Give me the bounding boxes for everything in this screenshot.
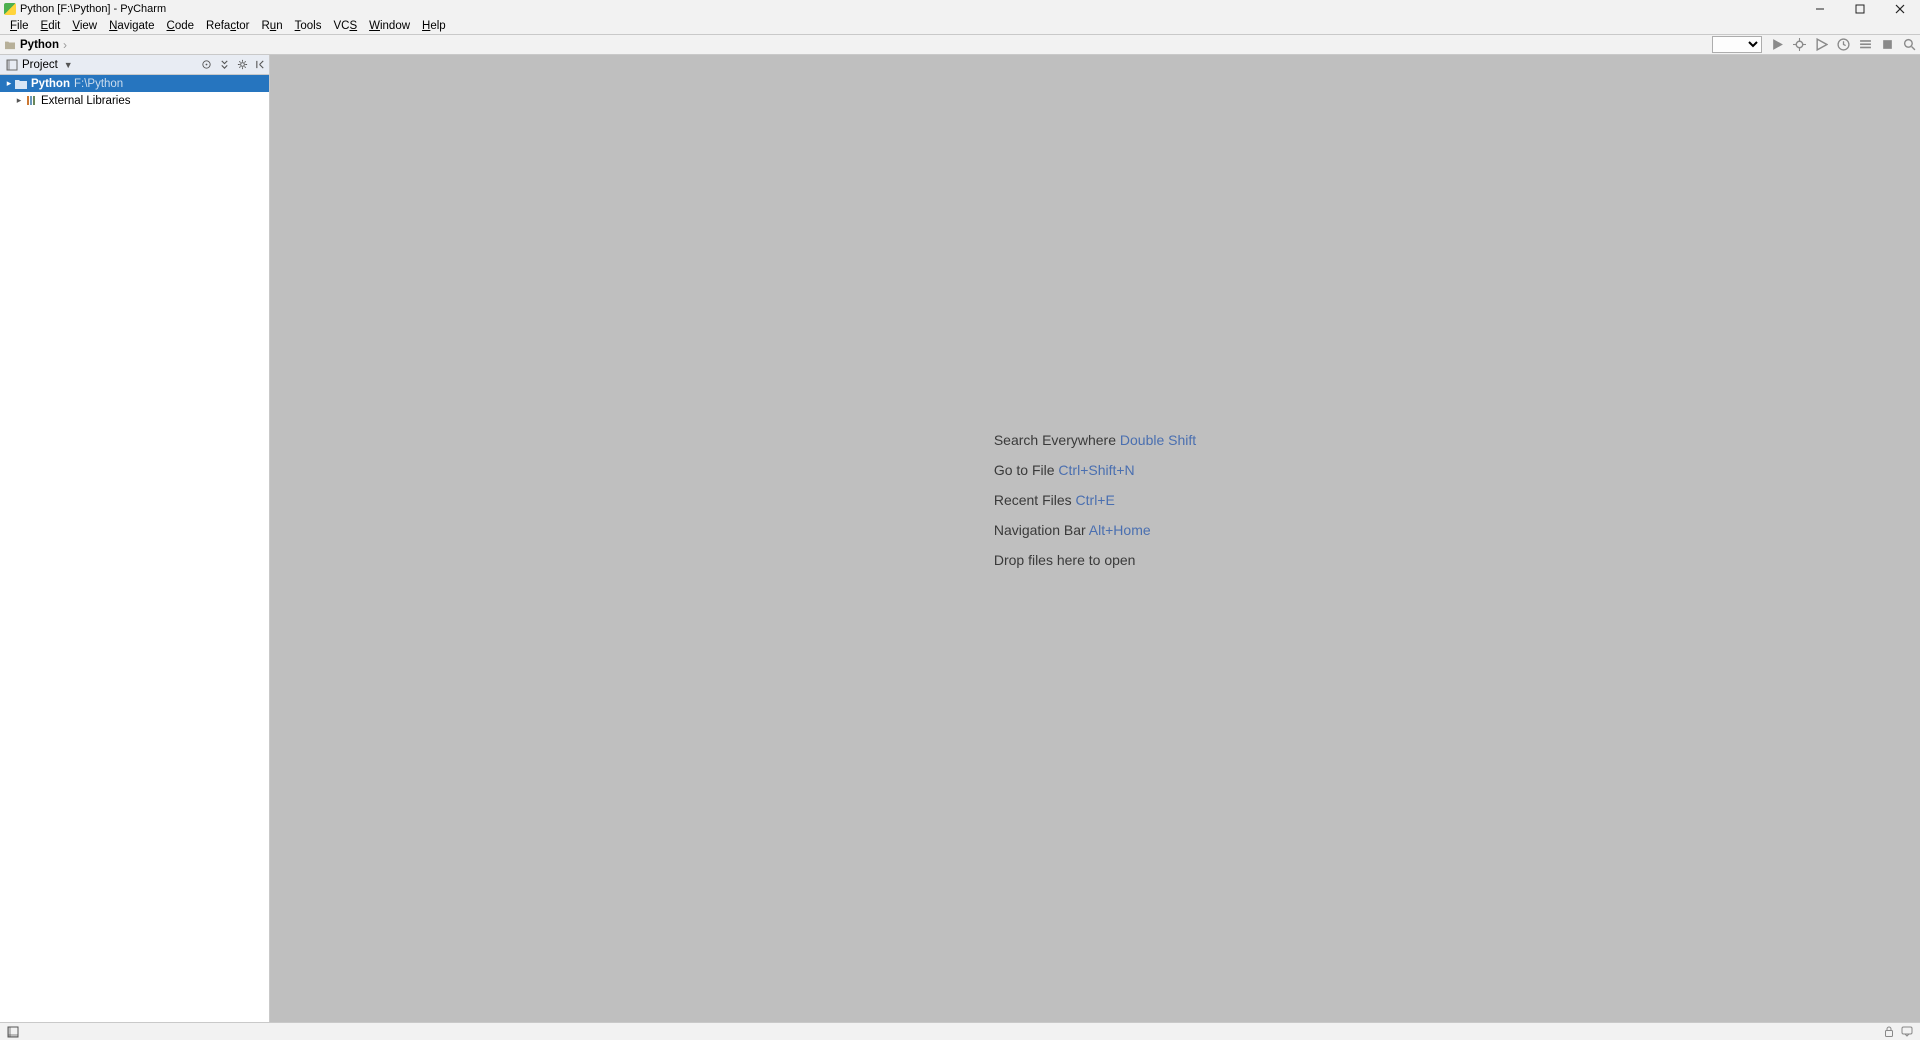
welcome-hints: Search Everywhere Double ShiftGo to File… xyxy=(994,425,1196,575)
folder-icon xyxy=(14,78,28,90)
project-view-icon xyxy=(6,59,18,71)
menu-run[interactable]: Run xyxy=(255,18,288,35)
close-button[interactable] xyxy=(1880,0,1920,18)
folder-icon xyxy=(4,40,16,50)
search-icon xyxy=(1903,38,1916,51)
welcome-line: Search Everywhere Double Shift xyxy=(994,425,1196,455)
profile-button[interactable] xyxy=(1832,35,1854,55)
coverage-icon xyxy=(1815,38,1828,51)
panel-icon xyxy=(7,1026,19,1038)
stop-button[interactable] xyxy=(1876,35,1898,55)
run-with-coverage-button[interactable] xyxy=(1810,35,1832,55)
project-header: Project ▼ xyxy=(0,55,269,75)
notification-icon xyxy=(1901,1026,1913,1037)
welcome-shortcut: Double Shift xyxy=(1120,432,1196,448)
project-header-title[interactable]: Project xyxy=(22,59,58,71)
welcome-label: Drop files here to open xyxy=(994,552,1136,568)
welcome-label: Go to File xyxy=(994,462,1055,478)
settings-button[interactable] xyxy=(233,56,251,74)
hide-button[interactable] xyxy=(251,56,269,74)
welcome-label: Navigation Bar xyxy=(994,522,1086,538)
app-icon xyxy=(4,3,16,15)
minimize-icon xyxy=(1815,4,1825,14)
play-icon xyxy=(1771,38,1784,51)
bug-icon xyxy=(1793,38,1806,51)
welcome-shortcut: Ctrl+E xyxy=(1076,492,1115,508)
project-tree[interactable]: ▸ Python F:\Python ▸ External Libraries xyxy=(0,75,269,1022)
bars-icon xyxy=(1859,38,1872,51)
debug-button[interactable] xyxy=(1788,35,1810,55)
menu-window[interactable]: Window xyxy=(363,18,416,35)
collapse-icon xyxy=(219,59,230,70)
navbar: Python › xyxy=(0,35,1920,55)
chevron-right-icon: › xyxy=(63,38,67,52)
lock-icon xyxy=(1884,1026,1894,1037)
tree-external-libraries[interactable]: ▸ External Libraries xyxy=(0,92,269,109)
lock-button[interactable] xyxy=(1880,1024,1898,1040)
menu-view[interactable]: View xyxy=(66,18,103,35)
statusbar xyxy=(0,1022,1920,1040)
tree-item-name: Python xyxy=(31,78,70,90)
welcome-line: Go to File Ctrl+Shift+N xyxy=(994,455,1196,485)
titlebar: Python [F:\Python] - PyCharm xyxy=(0,0,1920,18)
gear-icon xyxy=(237,59,248,70)
menu-edit[interactable]: Edit xyxy=(35,18,67,35)
welcome-line: Navigation Bar Alt+Home xyxy=(994,515,1196,545)
stop-icon xyxy=(1881,38,1894,51)
window-title: Python [F:\Python] - PyCharm xyxy=(20,3,166,15)
run-button[interactable] xyxy=(1766,35,1788,55)
minimize-button[interactable] xyxy=(1800,0,1840,18)
target-icon xyxy=(201,59,212,70)
tool-windows-toggle[interactable] xyxy=(4,1024,22,1040)
menu-tools[interactable]: Tools xyxy=(289,18,328,35)
menubar: FileEditViewNavigateCodeRefactorRunTools… xyxy=(0,18,1920,35)
editor-area[interactable]: Search Everywhere Double ShiftGo to File… xyxy=(270,55,1920,1022)
concurrency-button[interactable] xyxy=(1854,35,1876,55)
tree-item-path: F:\Python xyxy=(74,78,123,90)
welcome-label: Search Everywhere xyxy=(994,432,1116,448)
search-everywhere-button[interactable] xyxy=(1898,35,1920,55)
menu-vcs[interactable]: VCS xyxy=(327,18,363,35)
chevron-down-icon[interactable]: ▼ xyxy=(64,60,73,70)
menu-code[interactable]: Code xyxy=(161,18,201,35)
breadcrumb-item[interactable]: Python xyxy=(20,39,59,51)
run-config-select[interactable] xyxy=(1712,36,1762,53)
clock-icon xyxy=(1837,38,1850,51)
welcome-line: Recent Files Ctrl+E xyxy=(994,485,1196,515)
hide-icon xyxy=(255,59,266,70)
project-tool-window: Project ▼ ▸ Python F:\Python ▸ External Libr… xyxy=(0,55,270,1022)
close-icon xyxy=(1895,4,1905,14)
collapse-all-button[interactable] xyxy=(215,56,233,74)
menu-file[interactable]: File xyxy=(4,18,35,35)
welcome-line: Drop files here to open xyxy=(994,545,1196,575)
notifications-button[interactable] xyxy=(1898,1024,1916,1040)
body-area: Project ▼ ▸ Python F:\Python ▸ External Libr… xyxy=(0,55,1920,1022)
menu-navigate[interactable]: Navigate xyxy=(103,18,160,35)
menu-help[interactable]: Help xyxy=(416,18,452,35)
tree-root-item[interactable]: ▸ Python F:\Python xyxy=(0,75,269,92)
library-icon xyxy=(24,95,38,107)
tree-item-name: External Libraries xyxy=(41,95,130,107)
welcome-label: Recent Files xyxy=(994,492,1072,508)
welcome-shortcut: Ctrl+Shift+N xyxy=(1058,462,1134,478)
expand-arrow-icon[interactable]: ▸ xyxy=(4,78,14,89)
scroll-from-source-button[interactable] xyxy=(197,56,215,74)
welcome-shortcut: Alt+Home xyxy=(1089,522,1151,538)
menu-refactor[interactable]: Refactor xyxy=(200,18,255,35)
maximize-icon xyxy=(1855,4,1865,14)
expand-arrow-icon[interactable]: ▸ xyxy=(14,95,24,106)
maximize-button[interactable] xyxy=(1840,0,1880,18)
